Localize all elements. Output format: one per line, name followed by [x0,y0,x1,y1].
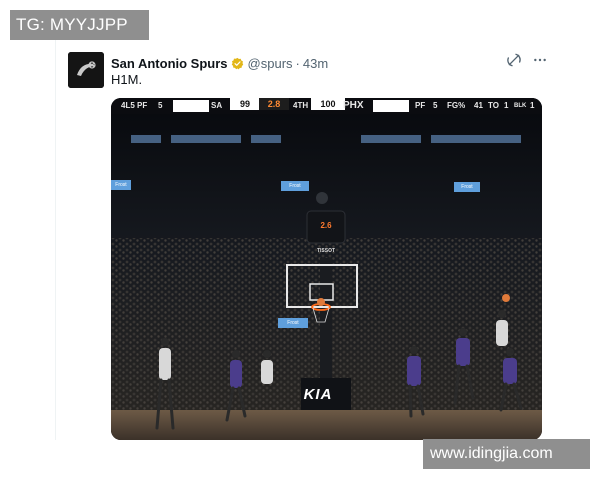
shot-clock: 2.6 [320,221,332,230]
home-team-abbr: SA [211,101,223,110]
grok-icon[interactable] [506,52,522,68]
spurs-logo-icon[interactable] [68,52,104,88]
ad-sign: Frost [278,318,308,328]
ad-sign: Frost [281,181,309,191]
tweet-actions [506,52,548,68]
ad-sign: Frost [111,180,131,190]
home-score: 99 [230,98,260,110]
spurs-logo-icon [173,100,209,112]
tweet-photo[interactable]: Frost Frost Frost Frost 4L5 PF 5 SA 99 2… [111,98,542,440]
right-pf-value: 5 [433,101,438,110]
separator-dot: · [295,55,300,71]
more-icon[interactable] [532,52,548,68]
led-ribbon [171,135,241,143]
suns-logo-icon [373,100,409,112]
led-ribbon [431,135,521,143]
author-name[interactable]: San Antonio Spurs [111,56,228,71]
timestamp[interactable]: 43m [303,56,328,71]
tweet-text: H1M. [111,72,143,87]
right-to-label: TO [488,101,499,110]
verified-badge-icon [231,57,244,70]
right-pf-label: PF [415,101,426,110]
led-ribbon [361,135,421,143]
tweet-header: San Antonio Spurs @spurs · 43m [111,53,548,73]
court-sponsor-logo: KIA [303,386,333,403]
away-stat-value: 5 [158,101,163,110]
right-fg-value: 41 [474,101,483,110]
shot-clock-sponsor: TISSOT [316,248,336,254]
scoreboard: 4L5 PF 5 SA 99 2.8 4TH 100 PHX PF 5 FG% … [111,98,542,114]
ad-sign: Frost [454,182,480,192]
away-score: 100 [311,98,345,110]
away-stat-label: 4L5 PF [121,101,148,110]
right-to-value: 1 [504,101,509,110]
timeline-divider [55,40,56,440]
author-handle[interactable]: @spurs [248,56,293,71]
right-blk-value: 1 [530,101,535,110]
watermark-bottom-right: www.idingjia.com [423,439,590,469]
right-blk-label: BLK [514,103,527,109]
watermark-top-left: TG: MYYJJPP [10,10,149,40]
quarter: 4TH [293,101,309,110]
right-fg-label: FG% [447,101,466,110]
away-team-abbr: PHX [343,100,364,111]
led-ribbon [131,135,161,143]
led-ribbon [251,135,281,143]
game-clock: 2.8 [259,98,289,110]
